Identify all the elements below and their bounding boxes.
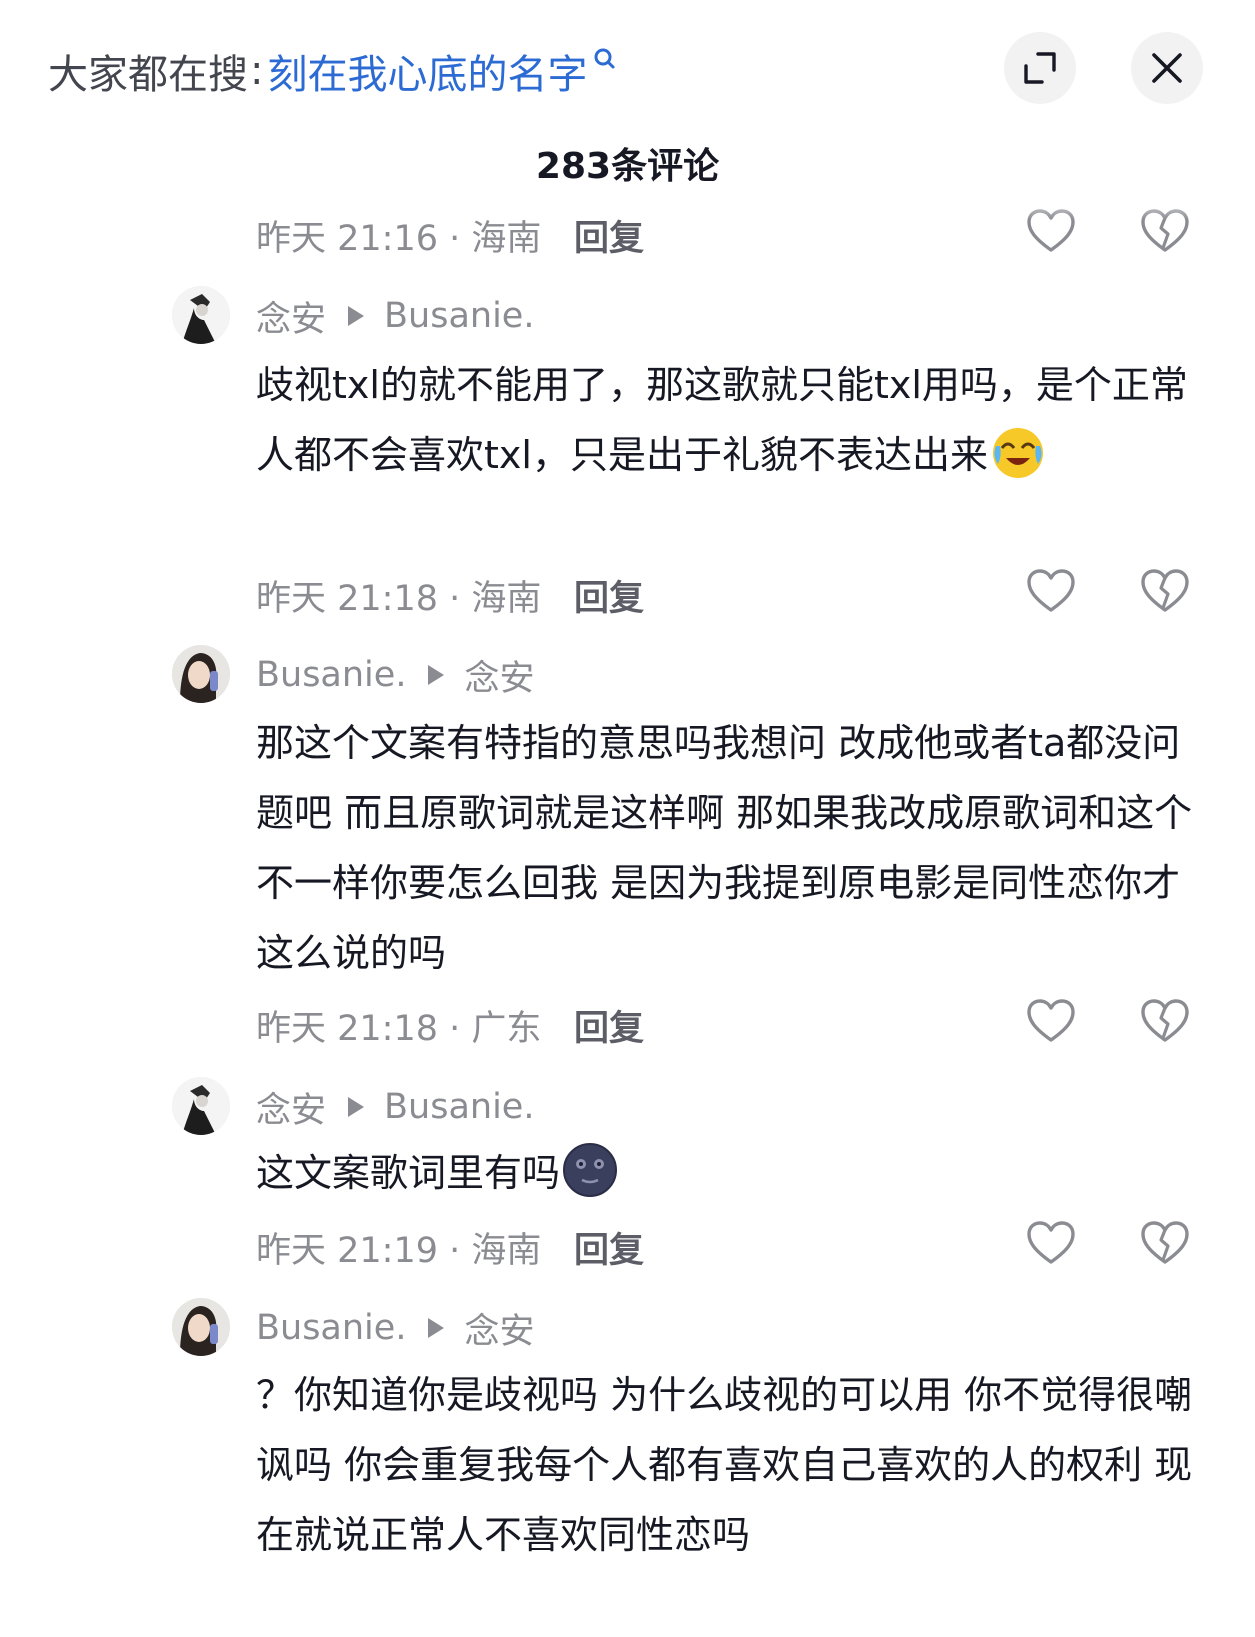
reply-target[interactable]: Busanie.	[384, 1087, 534, 1127]
close-icon	[1152, 53, 1182, 83]
comment-text: 那这个文案有特指的意思吗我想问 改成他或者ta都没问题吧 而且原歌词就是这样啊 …	[256, 708, 1196, 988]
comment-meta-row: 昨天 21:19 · 海南 回复	[256, 1220, 1216, 1273]
comment-body: 这文案歌词里有吗	[256, 1151, 561, 1195]
comment-meta-row: 昨天 21:18 · 海南 回复	[256, 568, 1216, 621]
avatar-image	[172, 645, 230, 703]
reply-button[interactable]: 回复	[574, 1000, 644, 1051]
reply-arrow-icon	[348, 1097, 365, 1117]
comment-timestamp-location: 昨天 21:19 · 海南	[256, 1231, 542, 1271]
comment-header: Busanie. 念安	[256, 650, 534, 700]
comment-timestamp-location: 昨天 21:18 · 海南	[256, 579, 542, 619]
broken-heart-icon[interactable]	[1140, 998, 1190, 1044]
reply-target[interactable]: 念安	[464, 650, 534, 701]
comment-meta-row: 昨天 21:18 · 广东 回复	[256, 998, 1216, 1051]
reply-arrow-icon	[348, 306, 365, 326]
comment-author[interactable]: 念安	[256, 291, 326, 342]
reply-button[interactable]: 回复	[574, 570, 644, 621]
reply-button[interactable]: 回复	[574, 210, 644, 261]
reply-target[interactable]: Busanie.	[384, 296, 534, 336]
comment-header: 念安 Busanie.	[256, 1082, 534, 1132]
heart-icon[interactable]	[1026, 208, 1076, 254]
trending-search-term[interactable]: 刻在我心底的名字	[267, 42, 587, 100]
comment-timestamp-location: 昨天 21:16 · 海南	[256, 219, 542, 259]
search-icon	[594, 48, 615, 69]
dark-moon-face-emoji	[563, 1143, 618, 1197]
avatar[interactable]	[172, 1077, 230, 1135]
comment-timestamp-location: 昨天 21:18 · 广东	[256, 1009, 542, 1049]
trending-search-separator: :	[250, 48, 264, 94]
top-bar: 大家都在搜 : 刻在我心底的名字 283条评论	[0, 0, 1255, 187]
comment-list[interactable]: 昨天 21:16 · 海南 回复 念安 Busanie. 歧视txl的就不能用了…	[0, 190, 1255, 1637]
comment-body: 那这个文案有特指的意思吗我想问 改成他或者ta都没问题吧 而且原歌词就是这样啊 …	[256, 721, 1193, 975]
expand-button[interactable]	[1004, 32, 1076, 104]
trending-search-prefix: 大家都在搜	[48, 52, 248, 98]
comment-meta-row: 昨天 21:16 · 海南 回复	[256, 208, 1216, 261]
avatar[interactable]	[172, 286, 230, 344]
comment-body: ？你知道你是歧视吗 为什么歧视的可以用 你不觉得很嘲讽吗 你会重复我每个人都有喜…	[256, 1373, 1193, 1557]
reply-arrow-icon	[428, 1318, 445, 1338]
avatar[interactable]	[172, 645, 230, 703]
comment-author[interactable]: Busanie.	[256, 1308, 406, 1348]
trending-search-hint[interactable]: 大家都在搜 : 刻在我心底的名字	[48, 42, 617, 100]
heart-icon[interactable]	[1026, 998, 1076, 1044]
reply-arrow-icon	[428, 665, 445, 685]
avatar-image	[172, 286, 230, 344]
comment-author[interactable]: 念安	[256, 1082, 326, 1133]
comment-header: 念安 Busanie.	[256, 291, 534, 341]
avatar-image	[172, 1077, 230, 1135]
comment-text: 这文案歌词里有吗	[256, 1138, 1196, 1208]
broken-heart-icon[interactable]	[1140, 208, 1190, 254]
comment-text: 歧视txl的就不能用了，那这歌就只能txl用吗，是个正常人都不会喜欢txl，只是…	[256, 350, 1196, 490]
avatar[interactable]	[172, 1298, 230, 1356]
expand-icon	[1024, 52, 1056, 84]
heart-icon[interactable]	[1026, 1220, 1076, 1266]
comment-count-title: 283条评论	[535, 146, 720, 187]
reply-target[interactable]: 念安	[464, 1303, 534, 1354]
broken-heart-icon[interactable]	[1140, 1220, 1190, 1266]
reply-button[interactable]: 回复	[574, 1222, 644, 1273]
close-button[interactable]	[1131, 32, 1203, 104]
comment-header: Busanie. 念安	[256, 1303, 534, 1353]
comment-body: 歧视txl的就不能用了，那这歌就只能txl用吗，是个正常人都不会喜欢txl，只是…	[256, 363, 1188, 477]
broken-heart-icon[interactable]	[1140, 568, 1190, 614]
avatar-image	[172, 1298, 230, 1356]
comment-text: ？你知道你是歧视吗 为什么歧视的可以用 你不觉得很嘲讽吗 你会重复我每个人都有喜…	[256, 1360, 1196, 1570]
comment-author[interactable]: Busanie.	[256, 655, 406, 695]
crying-laughing-emoji	[992, 428, 1043, 478]
heart-icon[interactable]	[1026, 568, 1076, 614]
